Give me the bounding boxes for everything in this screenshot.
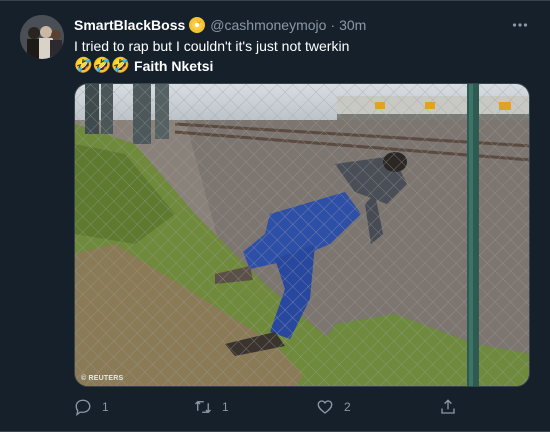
more-options-icon[interactable] — [508, 13, 532, 37]
author-name[interactable]: SmartBlackBoss — [74, 17, 185, 33]
retweet-button[interactable]: 1 — [194, 397, 229, 417]
photo-image — [75, 84, 529, 386]
reply-count: 1 — [102, 400, 109, 414]
share-button[interactable] — [439, 397, 457, 417]
reply-button[interactable]: 1 — [74, 397, 109, 417]
tweet-timestamp[interactable]: 30m — [339, 17, 366, 33]
like-button[interactable]: 2 — [316, 397, 351, 417]
tweet-text-line: I tried to rap but I couldn't it's just … — [74, 38, 350, 54]
retweet-count: 1 — [222, 400, 229, 414]
tweet-media-photo[interactable]: © REUTERS — [74, 83, 530, 387]
retweet-icon — [195, 400, 211, 414]
tweet-actions: 1 1 2 — [74, 397, 474, 417]
share-icon — [441, 399, 455, 414]
like-count: 2 — [344, 400, 351, 414]
like-icon — [317, 400, 333, 414]
avatar-image — [20, 15, 64, 59]
tweet-header: SmartBlackBoss @cashmoneymojo · 30m — [74, 15, 366, 35]
author-handle[interactable]: @cashmoneymojo — [210, 17, 326, 33]
tweet-text: I tried to rap but I couldn't it's just … — [74, 37, 529, 75]
header-separator: · — [330, 17, 336, 33]
tagged-name[interactable]: Faith Nketsi — [134, 57, 213, 75]
reply-icon — [75, 399, 91, 416]
avatar[interactable] — [20, 15, 64, 59]
tweet-text-line-2: 🤣🤣🤣 Faith Nketsi — [74, 57, 529, 75]
tweet-card[interactable]: SmartBlackBoss @cashmoneymojo · 30m I tr… — [0, 0, 550, 432]
photo-watermark: © REUTERS — [81, 375, 124, 382]
verified-badge-icon — [189, 17, 206, 33]
emoji-laughing-icons: 🤣🤣🤣 — [74, 57, 131, 74]
